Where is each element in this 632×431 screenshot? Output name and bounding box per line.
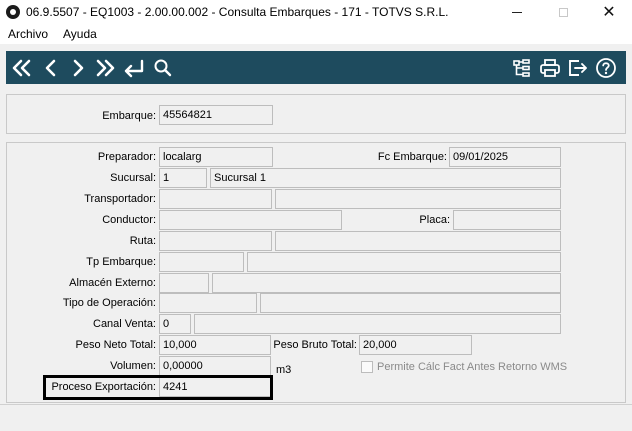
previous-record-button[interactable] (38, 51, 64, 84)
tp-embarque-code-field[interactable] (159, 252, 244, 272)
title-bar: 06.9.5507 - EQ1003 - 2.00.00.002 - Consu… (0, 0, 632, 24)
ruta-name-field[interactable] (275, 231, 561, 251)
volumen-unit: m3 (276, 364, 292, 376)
transportador-code-field[interactable] (159, 189, 272, 209)
previous-record-icon (45, 59, 56, 76)
maximize-icon (558, 7, 568, 17)
sucursal-label: Sucursal: (110, 172, 156, 184)
exit-button[interactable] (565, 51, 591, 84)
menu-archivo[interactable]: Archivo (8, 27, 48, 41)
print-icon (540, 58, 560, 77)
tp-embarque-label: Tp Embarque: (86, 256, 156, 268)
canal-venta-label: Canal Venta: (93, 318, 156, 330)
canal-venta-code-field[interactable]: 0 (159, 314, 191, 334)
ruta-code-field[interactable] (159, 231, 272, 251)
almacen-externo-label: Almacén Externo: (69, 277, 156, 289)
tipo-operacion-code-field[interactable] (159, 293, 257, 313)
preparador-label: Preparador: (97, 151, 156, 163)
almacen-externo-code-field[interactable] (159, 273, 209, 293)
tipo-operacion-name-field[interactable] (260, 293, 561, 313)
peso-neto-label: Peso Neto Total: (75, 339, 156, 351)
toolbar (6, 51, 626, 84)
search-icon (154, 59, 172, 76)
conductor-field[interactable] (159, 210, 342, 230)
next-record-button[interactable] (65, 51, 91, 84)
first-record-icon (12, 59, 31, 76)
fc-embarque-field[interactable]: 09/01/2025 (449, 147, 561, 167)
menu-bar: Archivo Ayuda (0, 24, 632, 44)
permite-calc-label: Permite Cálc Fact Antes Retorno WMS (377, 361, 568, 373)
fc-embarque-label: Fc Embarque: (377, 151, 447, 163)
return-button[interactable] (121, 51, 147, 84)
hierarchy-button[interactable] (509, 51, 535, 84)
canal-venta-name-field[interactable] (194, 314, 561, 334)
embarque-label: Embarque: (102, 110, 156, 122)
volumen-field[interactable]: 0,00000 (159, 356, 271, 376)
app-logo-icon (6, 5, 20, 19)
hierarchy-icon (513, 58, 530, 77)
menu-ayuda[interactable]: Ayuda (63, 27, 97, 41)
transportador-label: Transportador: (84, 193, 156, 205)
almacen-externo-name-field[interactable] (212, 273, 561, 293)
window-title: 06.9.5507 - EQ1003 - 2.00.00.002 - Consu… (26, 5, 449, 19)
conductor-label: Conductor: (102, 214, 156, 226)
tipo-operacion-label: Tipo de Operación: (62, 297, 156, 309)
sucursal-code-field[interactable]: 1 (159, 168, 207, 188)
proceso-exportacion-label: Proceso Exportación: (51, 381, 156, 393)
checkbox-box (361, 361, 373, 373)
preparador-field[interactable]: localarg (159, 147, 273, 167)
proceso-exportacion-field[interactable]: 4241 (159, 377, 271, 397)
minimize-icon (512, 11, 522, 13)
embarque-field[interactable]: 45564821 (159, 105, 273, 125)
next-record-icon (73, 59, 84, 76)
minimize-button[interactable] (494, 0, 540, 24)
print-button[interactable] (537, 51, 563, 84)
placa-label: Placa: (419, 214, 450, 226)
first-record-button[interactable] (9, 51, 35, 84)
status-bar (0, 404, 632, 431)
peso-bruto-label: Peso Bruto Total: (273, 339, 357, 351)
ruta-label: Ruta: (129, 235, 156, 247)
help-button[interactable] (593, 51, 619, 84)
tp-embarque-name-field[interactable] (247, 252, 561, 272)
volumen-label: Volumen: (110, 360, 156, 372)
sucursal-name-field[interactable]: Sucursal 1 (210, 168, 561, 188)
last-record-icon (96, 59, 115, 76)
peso-neto-field[interactable]: 10,000 (159, 335, 271, 355)
last-record-button[interactable] (92, 51, 118, 84)
close-button[interactable]: ✕ (586, 0, 632, 24)
placa-field[interactable] (453, 210, 561, 230)
peso-bruto-field[interactable]: 20,000 (359, 335, 472, 355)
permite-calc-checkbox[interactable]: Permite Cálc Fact Antes Retorno WMS (361, 361, 567, 373)
help-icon (596, 57, 616, 78)
exit-icon (569, 59, 587, 76)
search-button[interactable] (150, 51, 176, 84)
close-icon: ✕ (602, 4, 616, 21)
return-icon (124, 59, 144, 77)
maximize-button[interactable] (540, 0, 586, 24)
transportador-name-field[interactable] (275, 189, 561, 209)
